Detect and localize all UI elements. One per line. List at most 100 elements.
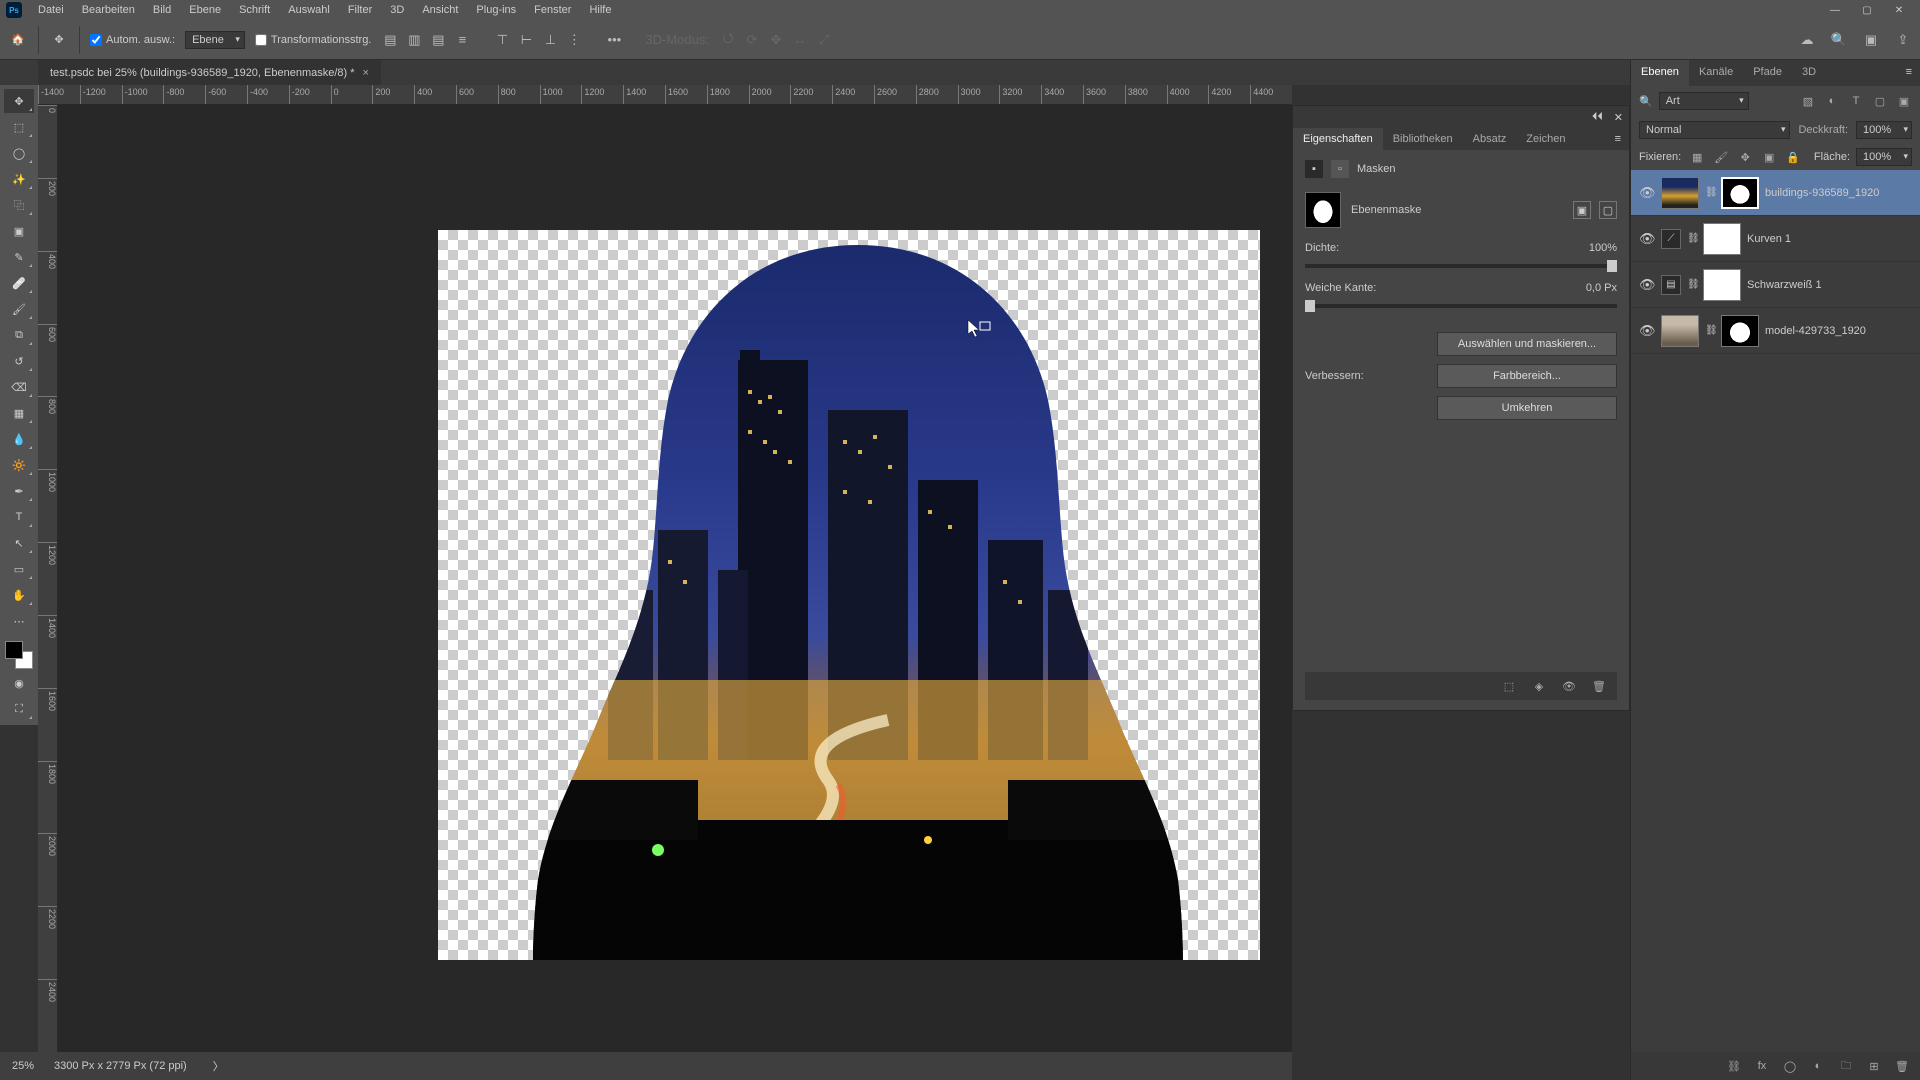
window-close-button[interactable]: ✕ <box>1884 0 1914 20</box>
density-slider[interactable] <box>1305 264 1617 268</box>
tab-close-icon[interactable]: × <box>363 67 369 79</box>
menu-filter[interactable]: Filter <box>340 1 380 19</box>
ruler-vertical[interactable]: 0200400600800100012001400160018002000220… <box>38 105 58 1052</box>
mask-thumbnail[interactable] <box>1305 192 1341 228</box>
visibility-icon[interactable]: 👁 <box>1639 277 1655 293</box>
lock-transparency-icon[interactable]: ▦ <box>1689 149 1705 165</box>
opacity-value[interactable]: 100% <box>1856 121 1912 139</box>
edit-toolbar[interactable]: ⋯ <box>4 609 34 633</box>
filter-shape-icon[interactable]: ▢ <box>1872 93 1888 109</box>
apply-mask-icon[interactable]: ◈ <box>1531 678 1547 694</box>
visibility-icon[interactable]: 👁 <box>1639 323 1655 339</box>
layer-row[interactable]: 👁 ⛓ model-429733_1920 <box>1631 308 1920 354</box>
layer-thumbnail[interactable] <box>1661 177 1699 209</box>
brush-tool[interactable]: 🖌 <box>4 297 34 321</box>
dodge-tool[interactable]: 🔆 <box>4 453 34 477</box>
visibility-icon[interactable]: 👁 <box>1639 185 1655 201</box>
type-tool[interactable]: T <box>4 505 34 529</box>
lock-pixels-icon[interactable]: 🖌 <box>1713 149 1729 165</box>
menu-edit[interactable]: Bearbeiten <box>74 1 143 19</box>
window-maximize-button[interactable]: ▢ <box>1852 0 1882 20</box>
auto-select-checkbox[interactable]: Autom. ausw.: <box>90 34 175 46</box>
tab-paths[interactable]: Pfade <box>1743 60 1792 86</box>
color-swatch[interactable] <box>5 641 33 669</box>
distribute-icon[interactable]: ≡ <box>453 31 471 49</box>
panel-close-icon[interactable]: ✕ <box>1614 111 1623 124</box>
filter-smart-icon[interactable]: ▣ <box>1896 93 1912 109</box>
history-brush-tool[interactable]: ↺ <box>4 349 34 373</box>
window-minimize-button[interactable]: — <box>1820 0 1850 20</box>
add-vector-mask-icon[interactable]: ▢ <box>1599 201 1617 219</box>
layer-row[interactable]: 👁 ⟋ ⛓ Kurven 1 <box>1631 216 1920 262</box>
transform-controls-input[interactable] <box>255 34 267 46</box>
home-icon[interactable]: 🏠 <box>8 30 28 50</box>
search-icon[interactable]: 🔍 <box>1830 31 1848 49</box>
add-mask-icon[interactable]: ◯ <box>1782 1058 1798 1074</box>
feather-value[interactable]: 0,0 Px <box>1586 282 1617 294</box>
align-bottom-icon[interactable]: ⊥ <box>541 31 559 49</box>
share-icon[interactable]: ⇪ <box>1894 31 1912 49</box>
menu-window[interactable]: Fenster <box>526 1 579 19</box>
layers-menu-icon[interactable]: ≡ <box>1898 60 1920 86</box>
move-tool[interactable]: ✥ <box>4 89 34 113</box>
filter-search-icon[interactable]: 🔍 <box>1639 95 1653 108</box>
menu-layer[interactable]: Ebene <box>181 1 229 19</box>
panel-menu-icon[interactable]: ≡ <box>1607 128 1629 150</box>
layer-mask-thumbnail[interactable] <box>1703 269 1741 301</box>
fill-value[interactable]: 100% <box>1856 148 1912 166</box>
cloud-docs-icon[interactable]: ☁ <box>1798 31 1816 49</box>
align-vcenter-icon[interactable]: ⊢ <box>517 31 535 49</box>
layer-name[interactable]: model-429733_1920 <box>1765 325 1912 337</box>
tab-channels[interactable]: Kanäle <box>1689 60 1743 86</box>
vector-mask-icon[interactable]: ▫ <box>1331 160 1349 178</box>
invert-button[interactable]: Umkehren <box>1437 396 1617 420</box>
link-icon[interactable]: ⛓ <box>1687 279 1697 290</box>
adjustment-icon[interactable]: ▤ <box>1661 275 1681 295</box>
filter-adjust-icon[interactable]: ◐ <box>1824 93 1840 109</box>
lock-all-icon[interactable]: 🔒 <box>1785 149 1801 165</box>
new-group-icon[interactable]: 🗀 <box>1838 1058 1854 1074</box>
magic-wand-tool[interactable]: ✨ <box>4 167 34 191</box>
link-icon[interactable]: ⛓ <box>1705 187 1715 198</box>
layer-mask-thumbnail[interactable] <box>1721 315 1759 347</box>
distribute-v-icon[interactable]: ⋮ <box>565 31 583 49</box>
crop-tool[interactable]: ⿻ <box>4 193 34 217</box>
menu-file[interactable]: Datei <box>30 1 72 19</box>
path-select-tool[interactable]: ↖ <box>4 531 34 555</box>
menu-3d[interactable]: 3D <box>382 1 412 19</box>
menu-help[interactable]: Hilfe <box>581 1 619 19</box>
menu-type[interactable]: Schrift <box>231 1 278 19</box>
layer-thumbnail[interactable] <box>1661 315 1699 347</box>
pen-tool[interactable]: ✒ <box>4 479 34 503</box>
menu-view[interactable]: Ansicht <box>414 1 466 19</box>
more-options-icon[interactable]: ••• <box>605 31 623 49</box>
workspace-icon[interactable]: ▣ <box>1862 31 1880 49</box>
quickmask-tool[interactable]: ◉ <box>4 671 34 695</box>
hand-tool[interactable]: ✋ <box>4 583 34 607</box>
layer-name[interactable]: Kurven 1 <box>1747 233 1912 245</box>
ruler-horizontal[interactable]: -1400-1200-1000-800-600-400-200020040060… <box>38 85 1292 105</box>
menu-image[interactable]: Bild <box>145 1 179 19</box>
blend-mode-select[interactable]: Normal <box>1639 121 1790 139</box>
layer-name[interactable]: Schwarzweiß 1 <box>1747 279 1912 291</box>
document-tab[interactable]: test.psdc bei 25% (buildings-936589_1920… <box>38 60 381 85</box>
eyedropper-tool[interactable]: ✎ <box>4 245 34 269</box>
tab-properties[interactable]: Eigenschaften <box>1293 128 1383 150</box>
pixel-mask-icon[interactable]: ▪ <box>1305 160 1323 178</box>
visibility-icon[interactable]: 👁 <box>1639 231 1655 247</box>
healing-brush-tool[interactable]: 🩹 <box>4 271 34 295</box>
filter-kind-select[interactable]: Art <box>1659 92 1749 110</box>
status-zoom[interactable]: 25% <box>12 1060 34 1072</box>
select-and-mask-button[interactable]: Auswählen und maskieren... <box>1437 332 1617 356</box>
auto-select-input[interactable] <box>90 34 102 46</box>
color-range-button[interactable]: Farbbereich... <box>1437 364 1617 388</box>
layer-mask-thumbnail[interactable] <box>1703 223 1741 255</box>
document-canvas[interactable] <box>438 230 1260 960</box>
new-adjustment-icon[interactable]: ◐ <box>1810 1058 1826 1074</box>
menu-select[interactable]: Auswahl <box>280 1 338 19</box>
status-doc-info[interactable]: 3300 Px x 2779 Px (72 ppi) <box>54 1060 187 1072</box>
link-icon[interactable]: ⛓ <box>1705 325 1715 336</box>
new-layer-icon[interactable]: ⊞ <box>1866 1058 1882 1074</box>
delete-layer-icon[interactable]: 🗑 <box>1894 1058 1910 1074</box>
tab-layers[interactable]: Ebenen <box>1631 60 1689 86</box>
